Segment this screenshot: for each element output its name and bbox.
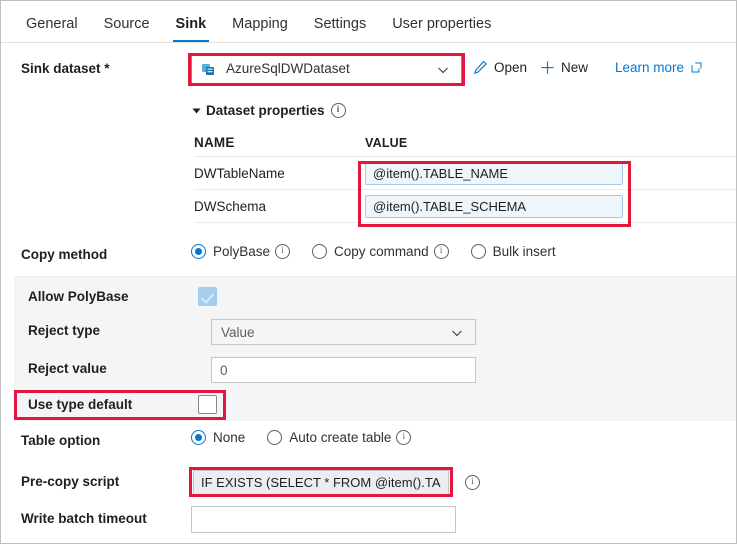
open-button[interactable]: Open <box>473 60 527 75</box>
polybase-options-panel: Allow PolyBase Reject type Value Reject … <box>14 276 736 421</box>
table-row: DWSchema <box>194 190 736 223</box>
sink-dataset-value: AzureSqlDWDataset <box>226 61 350 76</box>
write-batch-timeout-row: Write batch timeout <box>1 506 736 534</box>
external-link-icon <box>690 61 703 74</box>
info-icon[interactable] <box>330 103 346 118</box>
sink-dataset-label: Sink dataset <box>21 61 110 76</box>
radio-indicator <box>312 244 328 259</box>
reject-type-label: Reject type <box>28 323 101 338</box>
radio-polybase[interactable]: PolyBase <box>191 244 291 259</box>
tab-general[interactable]: General <box>13 15 91 42</box>
radio-indicator <box>191 244 206 259</box>
radio-indicator <box>267 430 283 445</box>
column-header-name: NAME <box>194 135 235 150</box>
tab-source[interactable]: Source <box>91 15 163 42</box>
column-header-value: VALUE <box>365 135 408 150</box>
radio-indicator <box>191 430 206 445</box>
pre-copy-script-input[interactable] <box>193 470 449 495</box>
radio-bulk-insert-label: Bulk insert <box>492 244 556 259</box>
dataset-properties-table: NAME VALUE DWTableName DWSchema <box>194 129 736 223</box>
table-option-radio-group: None Auto create table <box>191 430 433 445</box>
plus-icon <box>540 60 555 75</box>
tab-user-properties[interactable]: User properties <box>379 15 504 42</box>
copy-method-radio-group: PolyBase Copy command Bulk insert <box>191 244 578 259</box>
allow-polybase-row: Allow PolyBase <box>14 285 736 311</box>
radio-copy-command[interactable]: Copy command <box>312 244 449 259</box>
info-icon[interactable] <box>275 244 291 259</box>
radio-polybase-label: PolyBase <box>213 244 271 259</box>
write-batch-timeout-input[interactable] <box>191 506 456 533</box>
copy-method-row: Copy method PolyBase Copy command Bulk i… <box>1 244 736 268</box>
chevron-down-icon <box>451 326 463 338</box>
sink-tab-panel: General Source Sink Mapping Settings Use… <box>0 0 737 544</box>
write-batch-timeout-label: Write batch timeout <box>21 511 147 526</box>
chevron-down-icon <box>437 63 449 75</box>
triangle-down-icon <box>192 108 201 113</box>
tab-strip: General Source Sink Mapping Settings Use… <box>1 1 736 43</box>
radio-auto-create-table[interactable]: Auto create table <box>267 430 412 445</box>
radio-indicator <box>470 244 486 259</box>
learn-more-label: Learn more <box>615 60 685 75</box>
open-button-label: Open <box>494 60 528 75</box>
table-row: DWTableName <box>194 157 736 190</box>
reject-value-label: Reject value <box>28 361 107 376</box>
dataset-icon <box>201 61 217 77</box>
property-name: DWSchema <box>194 198 267 214</box>
new-button[interactable]: New <box>540 60 588 75</box>
reject-value-row: Reject value <box>14 357 736 385</box>
radio-copy-command-label: Copy command <box>334 244 429 259</box>
table-header-row: NAME VALUE <box>194 129 736 157</box>
radio-none[interactable]: None <box>191 430 245 445</box>
reject-type-value: Value <box>221 324 255 340</box>
radio-auto-create-table-label: Auto create table <box>289 430 392 445</box>
dwschema-input[interactable] <box>365 194 623 218</box>
table-option-label: Table option <box>21 433 101 448</box>
property-name: DWTableName <box>194 165 285 181</box>
pre-copy-script-label: Pre-copy script <box>21 474 120 489</box>
dwtablename-input[interactable] <box>365 161 623 185</box>
property-value-cell <box>365 194 736 218</box>
property-value-cell <box>365 161 736 185</box>
dataset-properties-title: Dataset properties <box>206 103 325 118</box>
new-button-label: New <box>561 60 589 75</box>
info-icon[interactable] <box>396 430 412 445</box>
allow-polybase-label: Allow PolyBase <box>28 289 129 304</box>
info-icon[interactable] <box>433 244 449 259</box>
tab-sink[interactable]: Sink <box>163 15 220 42</box>
pre-copy-script-row: Pre-copy script <box>1 470 736 496</box>
use-type-default-checkbox[interactable] <box>198 395 217 414</box>
dataset-properties-header[interactable]: Dataset properties <box>192 103 346 118</box>
tab-mapping[interactable]: Mapping <box>219 15 301 42</box>
use-type-default-row: Use type default <box>14 393 736 419</box>
sink-dataset-dropdown[interactable]: AzureSqlDWDataset <box>191 53 462 84</box>
info-icon[interactable] <box>465 475 480 490</box>
reject-type-row: Reject type Value <box>14 319 736 347</box>
copy-method-label: Copy method <box>21 247 108 262</box>
learn-more-link[interactable]: Learn more <box>615 60 703 75</box>
radio-bulk-insert[interactable]: Bulk insert <box>470 244 556 259</box>
sink-dataset-row: Sink dataset AzureSqlDWDataset <box>1 53 736 87</box>
table-option-row: Table option None Auto create table <box>1 430 736 454</box>
pencil-icon <box>473 60 488 75</box>
tab-settings[interactable]: Settings <box>301 15 379 42</box>
use-type-default-label: Use type default <box>28 397 133 412</box>
radio-none-label: None <box>213 430 246 445</box>
reject-type-dropdown[interactable]: Value <box>211 319 476 345</box>
allow-polybase-checkbox[interactable] <box>198 287 217 306</box>
reject-value-input[interactable] <box>211 357 476 383</box>
